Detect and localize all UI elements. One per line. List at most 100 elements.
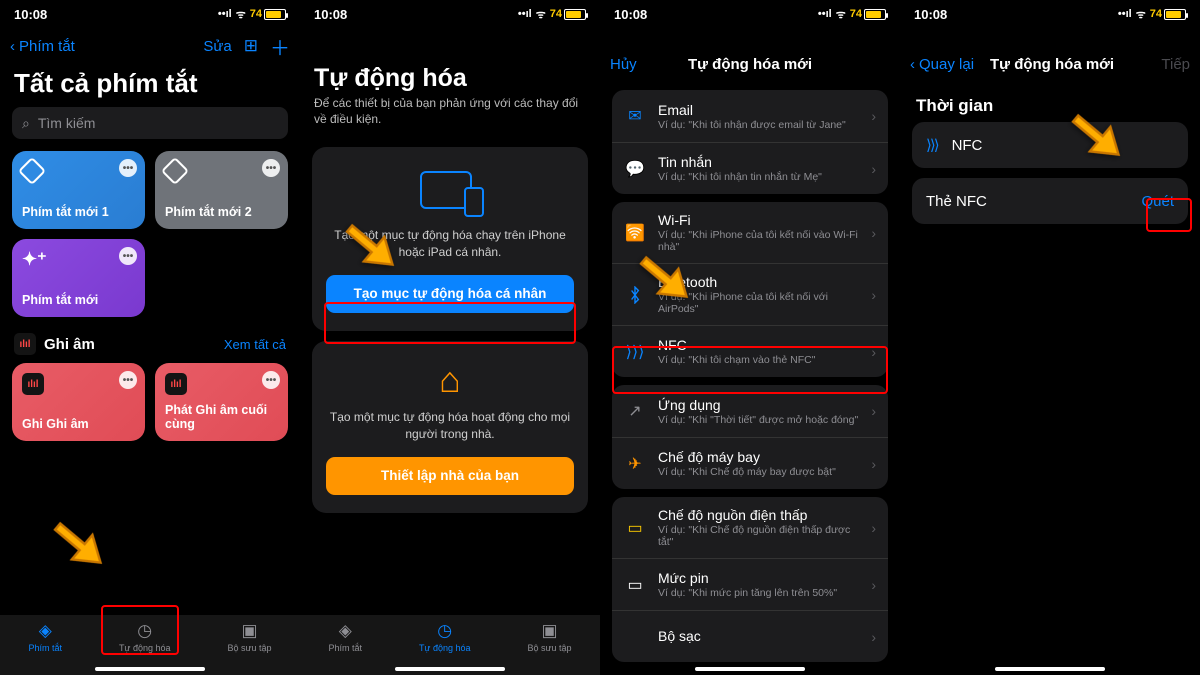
- more-icon[interactable]: •••: [262, 371, 280, 389]
- tab-automation[interactable]: ◷Tự động hóa: [419, 621, 471, 653]
- row-description: Ví dụ: "Khi tôi nhận tin nhắn từ Mẹ": [658, 171, 859, 183]
- setup-home-button[interactable]: Thiết lập nhà của bạn: [326, 457, 574, 495]
- more-icon[interactable]: •••: [119, 159, 137, 177]
- tab-automation[interactable]: ◷Tự động hóa: [119, 621, 171, 653]
- annotation-arrow: [20, 486, 133, 599]
- chevron-right-icon: ›: [871, 629, 876, 645]
- home-indicator[interactable]: [395, 667, 505, 671]
- nfc-header-row: ⟩⟩⟩ NFC: [912, 122, 1188, 168]
- row-title: Wi-Fi: [658, 212, 859, 228]
- nfc-icon: ⟩⟩⟩: [926, 136, 938, 154]
- chevron-right-icon: ›: [871, 456, 876, 472]
- see-all-link[interactable]: Xem tất cả: [224, 337, 286, 352]
- trigger-row[interactable]: 💬 Tin nhắnVí dụ: "Khi tôi nhận tin nhắn t…: [612, 142, 888, 194]
- nav-back[interactable]: ‹ Phím tắt: [10, 38, 75, 55]
- layers-icon: [18, 157, 46, 185]
- search-icon: ⌕: [22, 115, 30, 132]
- tab-gallery[interactable]: ▣Bộ sưu tập: [227, 621, 271, 653]
- section-header: ılıl Ghi âm Xem tất cả: [0, 329, 300, 355]
- home-indicator[interactable]: [995, 667, 1105, 671]
- trigger-row[interactable]: ✈Chế độ máy bayVí dụ: "Khi Chế độ máy ba…: [612, 437, 888, 489]
- row-icon: 💬: [624, 159, 646, 179]
- sparkle-icon: ✦⁺: [22, 249, 135, 270]
- tab-bar: ◈Phím tắt ◷Tự động hóa ▣Bộ sưu tập: [0, 615, 300, 675]
- trigger-row[interactable]: ↗Ứng dụngVí dụ: "Khi "Thời tiết" được mở…: [612, 385, 888, 437]
- chevron-left-icon: ‹: [910, 56, 915, 73]
- section-header: Thời gian: [900, 82, 1200, 122]
- row-title: Bluetooth: [658, 274, 859, 290]
- trigger-group-app: ↗Ứng dụngVí dụ: "Khi "Thời tiết" được mở…: [612, 385, 888, 489]
- search-input[interactable]: ⌕ Tìm kiếm: [12, 107, 288, 139]
- row-title: Chế độ máy bay: [658, 449, 859, 465]
- add-icon[interactable]: ＋: [270, 32, 290, 61]
- shortcut-tile[interactable]: ••• Phím tắt mới 2: [155, 151, 288, 229]
- chevron-right-icon: ›: [871, 161, 876, 177]
- chevron-left-icon: ‹: [10, 38, 15, 55]
- nfc-label: NFC: [952, 137, 983, 154]
- trigger-row[interactable]: BluetoothVí dụ: "Khi iPhone của tôi kết …: [612, 263, 888, 325]
- shortcut-tile[interactable]: ••• ✦⁺ Phím tắt mới: [12, 239, 145, 317]
- page-subtitle: Để các thiết bị của bạn phản ứng với các…: [300, 95, 600, 137]
- tab-shortcuts[interactable]: ◈Phím tắt: [28, 621, 62, 653]
- more-icon[interactable]: •••: [119, 247, 137, 265]
- trigger-row[interactable]: Bộ sạc›: [612, 610, 888, 662]
- voice-memo-icon: ılıl: [14, 333, 36, 355]
- chevron-right-icon: ›: [871, 344, 876, 360]
- chevron-right-icon: ›: [871, 225, 876, 241]
- nav-bar: Hủy Tự động hóa mới: [600, 46, 900, 82]
- chevron-right-icon: ›: [871, 287, 876, 303]
- page-title: Tất cả phím tắt: [0, 64, 300, 107]
- row-title: NFC: [658, 337, 859, 353]
- row-icon: ▭: [624, 518, 646, 538]
- trigger-group-power: ▭Chế độ nguồn điện thấpVí dụ: "Khi Chế đ…: [612, 497, 888, 662]
- row-icon: [624, 286, 646, 304]
- more-icon[interactable]: •••: [119, 371, 137, 389]
- tile-label: Ghi Ghi âm: [22, 417, 135, 431]
- trigger-row[interactable]: ⟩⟩⟩NFCVí dụ: "Khi tôi chạm vào thẻ NFC"›: [612, 325, 888, 377]
- trigger-row[interactable]: ▭Mức pinVí dụ: "Khi mức pin tăng lên trê…: [612, 558, 888, 610]
- card-description: Tạo một mục tự động hóa chạy trên iPhone…: [326, 227, 574, 261]
- nav-title: Tự động hóa mới: [670, 56, 830, 73]
- voice-memo-icon: ılıl: [165, 373, 187, 395]
- trigger-group-connectivity: 🛜 Wi-FiVí dụ: "Khi iPhone của tôi kết nối…: [612, 202, 888, 377]
- row-icon: ✉︎: [624, 106, 646, 126]
- more-icon[interactable]: •••: [262, 159, 280, 177]
- row-description: Ví dụ: "Khi mức pin tăng lên trên 50%": [658, 587, 859, 599]
- shortcut-tile[interactable]: ••• ılıl Phát Ghi âm cuối cùng: [155, 363, 288, 441]
- scan-button[interactable]: Quét: [1141, 193, 1174, 210]
- screen-automation: 10:08 ••ılᯤ74 Tự động hóa Để các thiết b…: [300, 0, 600, 675]
- signal-icon: ••ıl: [218, 8, 232, 20]
- personal-automation-card: Tạo một mục tự động hóa chạy trên iPhone…: [312, 147, 588, 331]
- tile-label: Phím tắt mới 1: [22, 205, 135, 219]
- row-description: Ví dụ: "Khi tôi chạm vào thẻ NFC": [658, 354, 859, 366]
- row-title: Ứng dụng: [658, 397, 859, 413]
- trigger-row[interactable]: ▭Chế độ nguồn điện thấpVí dụ: "Khi Chế đ…: [612, 497, 888, 558]
- nav-cancel[interactable]: Hủy: [610, 56, 670, 73]
- status-bar: 10:08 ••ılᯤ74: [300, 0, 600, 28]
- shortcut-tile[interactable]: ••• ılıl Ghi Ghi âm: [12, 363, 145, 441]
- trigger-row[interactable]: 🛜 Wi-FiVí dụ: "Khi iPhone của tôi kết nối…: [612, 202, 888, 263]
- voice-memo-icon: ılıl: [22, 373, 44, 395]
- home-indicator[interactable]: [695, 667, 805, 671]
- chevron-right-icon: ›: [871, 520, 876, 536]
- nav-edit[interactable]: Sửa: [203, 38, 231, 55]
- nav-back[interactable]: ‹Quay lại: [910, 56, 974, 73]
- status-bar: 10:08 ••ıl ᯤ 74: [0, 0, 300, 28]
- create-personal-automation-button[interactable]: Tạo mục tự động hóa cá nhân: [326, 275, 574, 313]
- layers-icon: ◈: [39, 621, 52, 641]
- trigger-row[interactable]: ✉︎EmailVí dụ: "Khi tôi nhận được email t…: [612, 90, 888, 142]
- row-icon: 🛜: [624, 223, 646, 243]
- row-description: Ví dụ: "Khi iPhone của tôi kết nối vào W…: [658, 229, 859, 253]
- tab-shortcuts[interactable]: ◈Phím tắt: [328, 621, 362, 653]
- screen-shortcuts: 10:08 ••ıl ᯤ 74 ‹ Phím tắt Sửa ⊞ ＋ Tất c…: [0, 0, 300, 675]
- trigger-group-messaging: ✉︎EmailVí dụ: "Khi tôi nhận được email t…: [612, 90, 888, 194]
- row-title: Tin nhắn: [658, 154, 859, 170]
- tab-gallery[interactable]: ▣Bộ sưu tập: [527, 621, 571, 653]
- grid-view-icon[interactable]: ⊞: [244, 36, 258, 56]
- row-description: Ví dụ: "Khi "Thời tiết" được mở hoặc đón…: [658, 414, 859, 426]
- battery-icon: 74: [250, 8, 286, 20]
- screen-new-automation: 10:08 ••ılᯤ74 Hủy Tự động hóa mới ✉︎Emai…: [600, 0, 900, 675]
- chevron-right-icon: ›: [871, 108, 876, 124]
- home-indicator[interactable]: [95, 667, 205, 671]
- shortcut-tile[interactable]: ••• Phím tắt mới 1: [12, 151, 145, 229]
